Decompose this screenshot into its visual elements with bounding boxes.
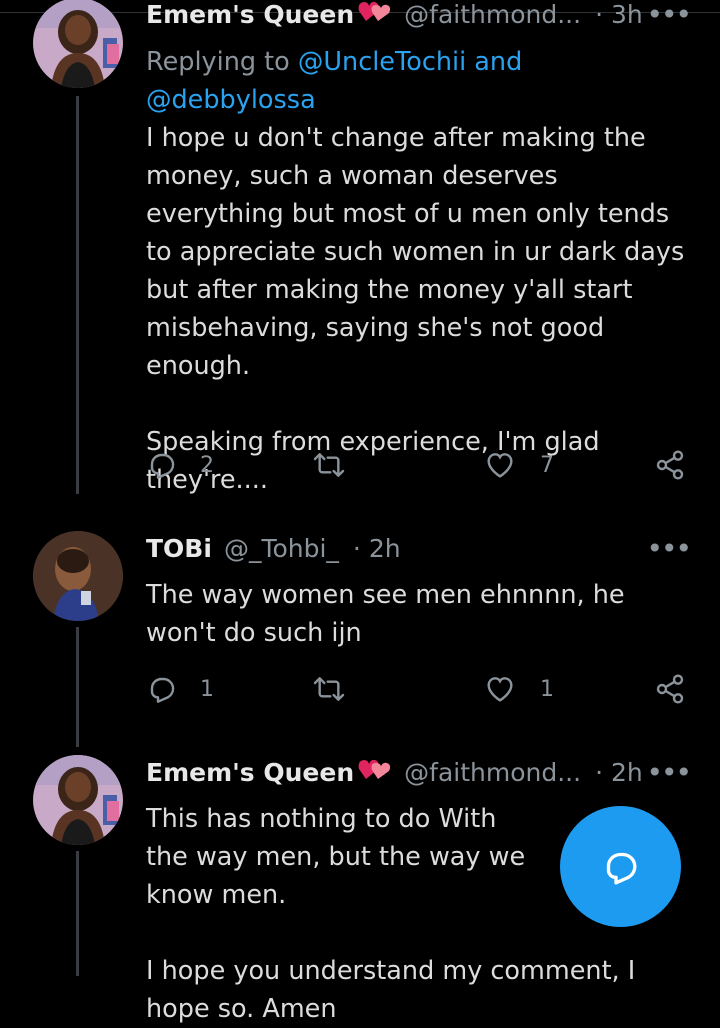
display-name[interactable]: Emem's Queen <box>146 0 354 29</box>
user-handle[interactable]: @faithmond... <box>404 758 581 787</box>
tweet-header: Emem's Queen @faithmond... · 3h ••• <box>146 0 692 32</box>
paragraph: This has nothing to do With the way men,… <box>146 804 526 910</box>
heart-emoji-icon <box>358 0 392 29</box>
like-button[interactable]: 7 <box>484 449 554 481</box>
more-icon[interactable]: ••• <box>646 532 692 565</box>
tweet-text: Replying to @UncleTochii and @debbylossa… <box>146 43 691 499</box>
retweet-button[interactable] <box>313 449 367 481</box>
heart-emoji-icon <box>358 757 392 787</box>
thread-line <box>76 96 79 494</box>
display-name[interactable]: Emem's Queen <box>146 758 354 787</box>
action-bar: 2 7 <box>146 449 691 489</box>
like-button[interactable]: 1 <box>484 673 554 705</box>
user-handle[interactable]: @_Tohbi_ <box>224 534 339 563</box>
timestamp[interactable]: 2h <box>611 758 643 787</box>
thread-line <box>76 627 79 747</box>
action-bar: 1 1 <box>146 673 691 713</box>
like-icon <box>487 453 513 478</box>
retweet-icon <box>313 453 345 477</box>
paragraph: The way women see men ehnnnn, he won't d… <box>146 580 625 648</box>
share-icon <box>656 450 684 480</box>
timestamp[interactable]: 3h <box>611 0 643 29</box>
tweet-header: TOBi @_Tohbi_ · 2h ••• <box>146 530 692 566</box>
compose-icon <box>606 852 636 884</box>
reply-icon <box>150 677 175 703</box>
share-button[interactable] <box>654 673 686 705</box>
like-count: 7 <box>540 452 554 478</box>
avatar[interactable] <box>33 755 123 845</box>
retweet-icon <box>313 677 345 701</box>
reply-button[interactable]: 2 <box>146 449 214 481</box>
share-icon <box>656 674 684 704</box>
tweet-header: Emem's Queen @faithmond... · 2h ••• <box>146 754 692 790</box>
separator-dot: · <box>595 0 604 29</box>
reply-button[interactable]: 1 <box>146 673 214 705</box>
paragraph: I hope u don't change after making the m… <box>146 123 685 381</box>
share-button[interactable] <box>654 449 686 481</box>
separator-dot: · <box>595 757 604 787</box>
avatar[interactable] <box>33 531 123 621</box>
separator-dot: · <box>352 533 361 563</box>
timestamp[interactable]: 2h <box>369 534 401 563</box>
retweet-button[interactable] <box>313 673 367 705</box>
replying-prefix: Replying to <box>146 47 298 77</box>
more-icon[interactable]: ••• <box>646 756 692 789</box>
reply-icon <box>150 453 175 479</box>
reply-count: 1 <box>200 676 214 702</box>
thread-line <box>76 851 79 976</box>
paragraph: I hope you understand my comment, I hope… <box>146 956 636 1024</box>
avatar[interactable] <box>33 0 123 88</box>
like-count: 1 <box>540 676 554 702</box>
more-icon[interactable]: ••• <box>646 0 692 31</box>
reply-count: 2 <box>200 452 214 478</box>
compose-button[interactable] <box>560 806 681 927</box>
tweet-text: The way women see men ehnnnn, he won't d… <box>146 576 691 652</box>
user-handle[interactable]: @faithmond... <box>404 0 581 29</box>
replying-to: Replying to @UncleTochii and @debbylossa <box>146 43 691 119</box>
display-name[interactable]: TOBi <box>146 534 212 563</box>
like-icon <box>487 677 513 702</box>
